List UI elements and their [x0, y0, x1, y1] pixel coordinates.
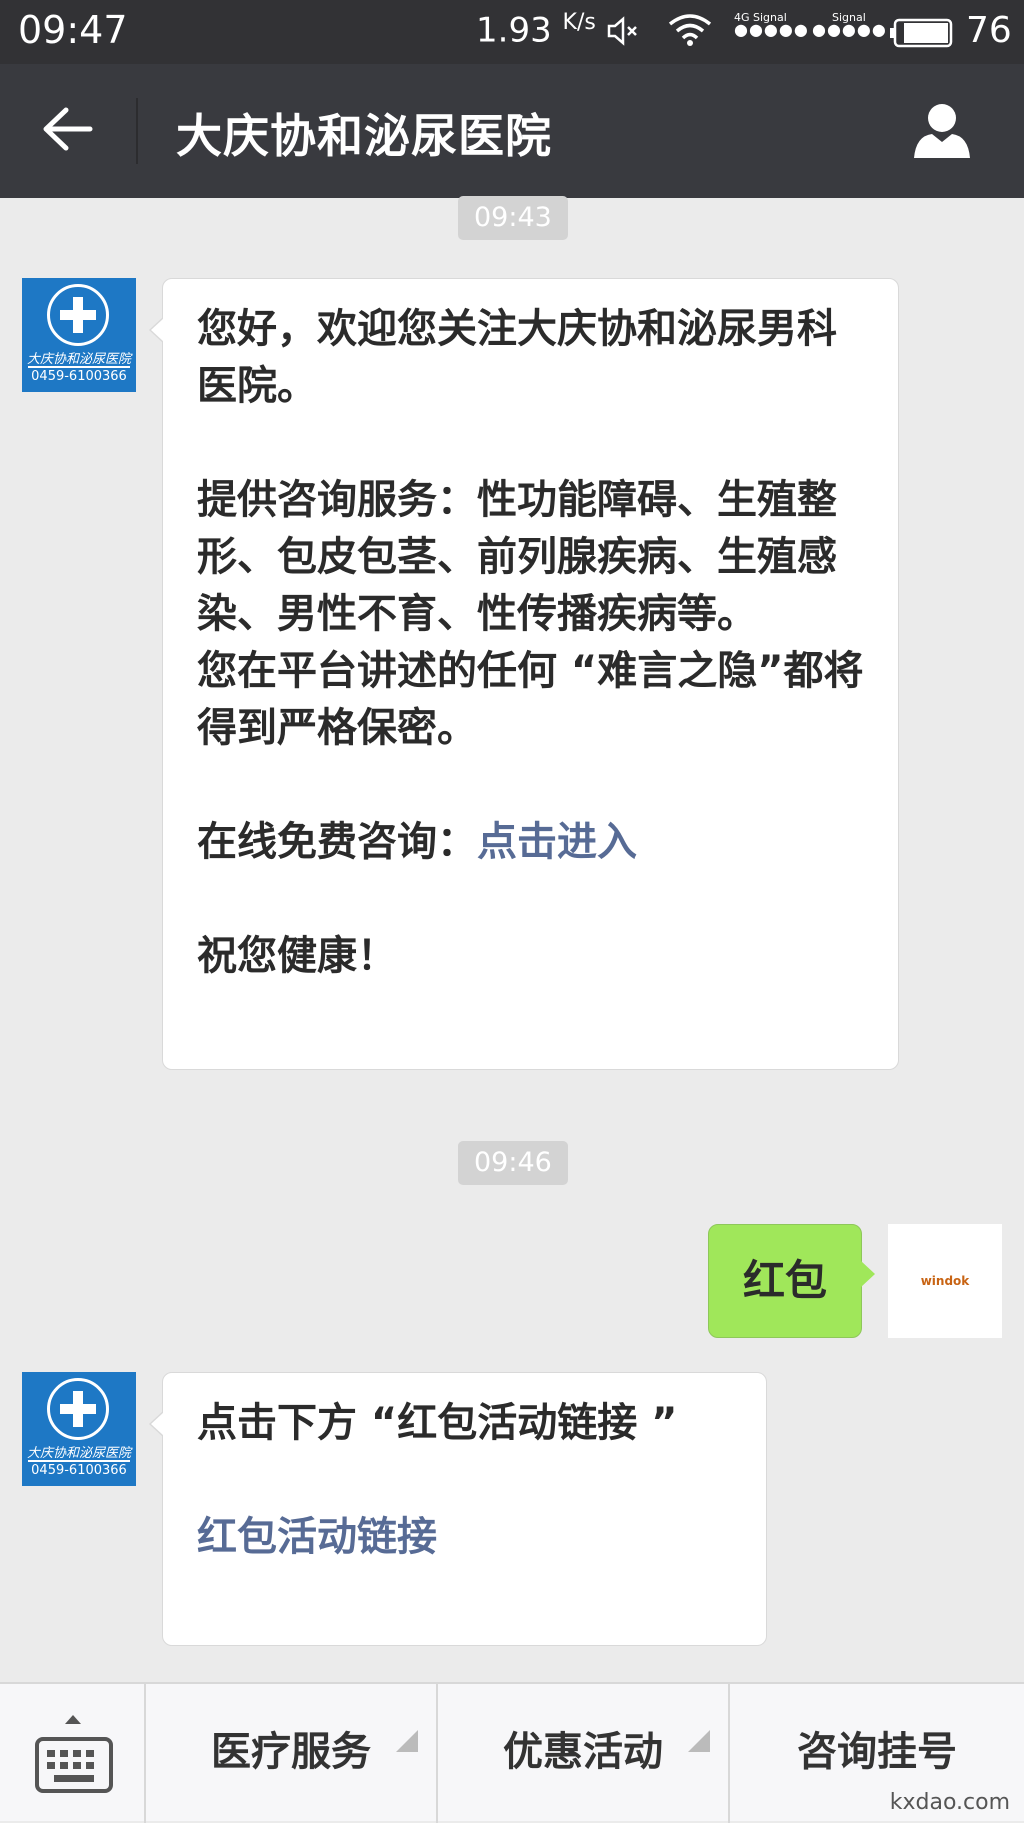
keyboard-toggle[interactable] — [0, 1684, 146, 1823]
hospital-avatar[interactable]: 大庆协和泌尿医院 0459-6100366 — [22, 1372, 136, 1486]
hospital-logo-icon — [47, 1378, 109, 1440]
mute-icon — [606, 14, 640, 52]
menu-medical-services[interactable]: 医疗服务 — [146, 1684, 438, 1823]
bottom-menu-bar: 医疗服务 优惠活动 咨询挂号 kxdao.com — [0, 1682, 1024, 1823]
welcome-services: 提供咨询服务：性功能障碍、生殖整形、包皮包茎、前列腺疾病、生殖感染、男性不育、性… — [197, 477, 837, 637]
network-speed-unit: K/s — [562, 10, 596, 35]
menu-item-label: 医疗服务 — [211, 1729, 371, 1775]
wifi-icon — [668, 14, 712, 50]
consult-label: 在线免费咨询： — [197, 819, 477, 865]
welcome-greeting: 您好，欢迎您关注大庆协和泌尿男科医院。 — [197, 306, 837, 409]
back-arrow-icon[interactable] — [40, 104, 96, 158]
profile-icon[interactable] — [910, 98, 974, 166]
caret-up-icon — [63, 1710, 83, 1729]
my-message-text: 红包 — [742, 1256, 827, 1305]
avatar-name: 大庆协和泌尿医院 — [26, 1446, 131, 1461]
signal-2: Signal ●●●●● — [812, 11, 887, 39]
title-bar: 大庆协和泌尿医院 — [0, 64, 1024, 198]
title-divider — [136, 98, 138, 164]
battery-level: 76 — [966, 10, 1012, 51]
network-speed-value: 1.93 — [476, 10, 552, 51]
avatar-name: 大庆协和泌尿医院 — [26, 352, 131, 367]
reply-message-bubble: 点击下方 “红包活动链接 ” 红包活动链接 — [149, 1372, 767, 1646]
status-bar: 09:47 1.93 K/s 4G Signal ●●●●● Signal ●●… — [0, 0, 1024, 64]
consult-line: 在线免费咨询：点击进入 — [197, 814, 868, 871]
welcome-privacy: 您在平台讲述的任何 “难言之隐”都将得到严格保密。 — [197, 648, 864, 751]
welcome-wish: 祝您健康！ — [197, 933, 397, 979]
welcome-message-bubble: 您好，欢迎您关注大庆协和泌尿男科医院。 提供咨询服务：性功能障碍、生殖整形、包皮… — [149, 278, 899, 1070]
submenu-corner-icon — [688, 1671, 710, 1807]
timestamp: 09:46 — [458, 1141, 568, 1185]
red-packet-link[interactable]: 红包活动链接 — [197, 1509, 746, 1566]
submenu-corner-icon — [396, 1671, 418, 1807]
my-avatar[interactable]: windok — [888, 1224, 1002, 1338]
avatar-phone: 0459-6100366 — [31, 1463, 127, 1478]
watermark: kxdao.com — [889, 1790, 1010, 1815]
hospital-avatar[interactable]: 大庆协和泌尿医院 0459-6100366 — [22, 278, 136, 392]
menu-item-label: 咨询挂号 — [797, 1729, 957, 1775]
avatar-phone: 0459-6100366 — [31, 369, 127, 384]
hospital-logo-icon — [47, 284, 109, 346]
timestamp: 09:43 — [458, 196, 568, 240]
keyboard-icon — [34, 1736, 114, 1798]
menu-promotions[interactable]: 优惠活动 — [438, 1684, 730, 1823]
signal-4g: 4G Signal ●●●●● — [734, 11, 809, 39]
status-time: 09:47 — [18, 8, 128, 52]
reply-text: 点击下方 “红包活动链接 ” — [197, 1400, 678, 1446]
network-speed: 1.93 K/s — [476, 10, 596, 50]
my-message-bubble: 红包 — [708, 1224, 875, 1338]
menu-item-label: 优惠活动 — [503, 1729, 663, 1775]
chat-title: 大庆协和泌尿医院 — [176, 109, 552, 163]
consult-link[interactable]: 点击进入 — [477, 819, 637, 865]
my-avatar-label: windok — [920, 1274, 970, 1288]
battery-icon — [890, 18, 954, 52]
